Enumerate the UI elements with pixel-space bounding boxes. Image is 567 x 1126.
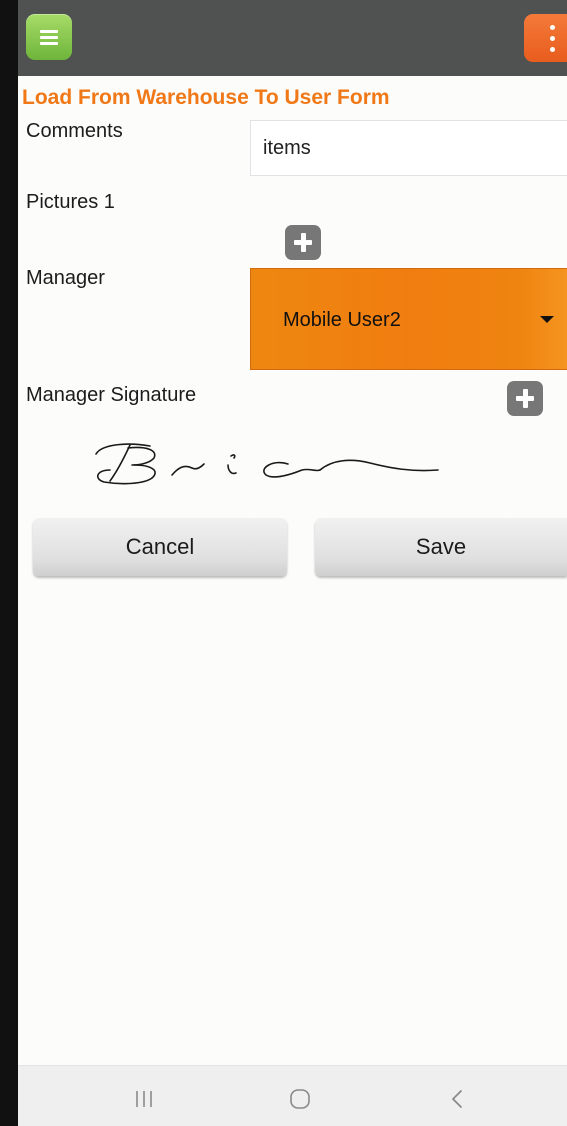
home-icon[interactable]	[289, 1088, 311, 1110]
manager-selected-value: Mobile User2	[283, 309, 401, 331]
hamburger-menu-icon[interactable]	[26, 14, 72, 60]
cancel-button[interactable]: Cancel	[33, 518, 287, 576]
form-title: Load From Warehouse To User Form	[22, 86, 390, 109]
save-button[interactable]: Save	[315, 518, 567, 576]
system-navigation-bar	[18, 1065, 567, 1126]
handwritten-signature	[95, 443, 439, 485]
manager-label: Manager	[26, 267, 105, 289]
manager-signature-label: Manager Signature	[26, 384, 197, 406]
caret-down-icon	[540, 316, 554, 323]
pictures-label: Pictures 1	[26, 191, 115, 213]
comments-input[interactable]	[250, 120, 567, 176]
app-screen: Load From Warehouse To User Form Comment…	[18, 0, 567, 1126]
add-signature-plus-icon[interactable]	[507, 381, 543, 416]
back-icon[interactable]	[450, 1088, 464, 1110]
comments-label: Comments	[26, 120, 123, 142]
manager-dropdown[interactable]: Mobile User2	[250, 268, 567, 370]
add-picture-plus-icon[interactable]	[285, 225, 321, 260]
top-app-bar	[18, 0, 567, 76]
recent-apps-icon[interactable]	[134, 1089, 154, 1109]
more-vertical-icon[interactable]	[524, 14, 567, 62]
